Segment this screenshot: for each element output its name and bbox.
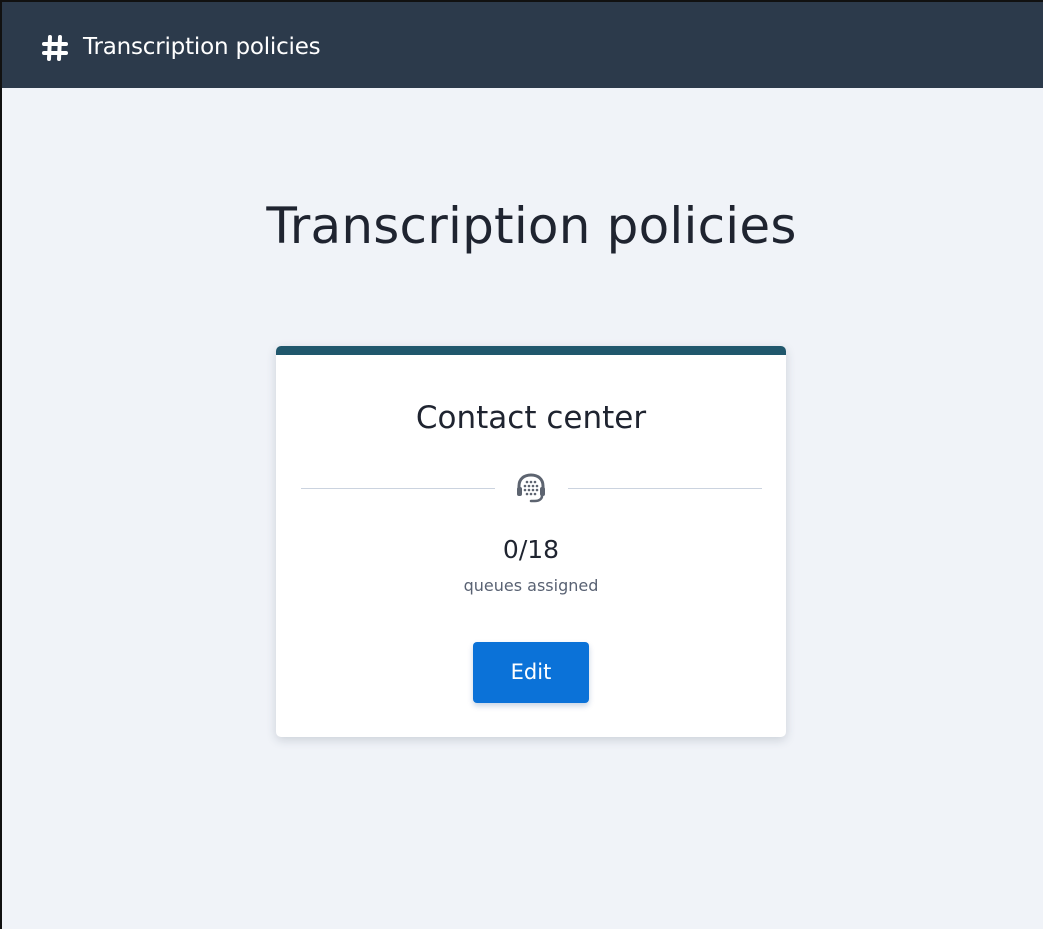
headset-icon [517, 473, 545, 503]
hash-icon [42, 35, 68, 61]
header-title: Transcription policies [83, 34, 321, 60]
top-header: Transcription policies [2, 2, 1043, 88]
card-divider-right [568, 488, 762, 489]
app-window: Transcription policies Transcription pol… [0, 0, 1043, 929]
queue-count: 0/18 [502, 535, 560, 564]
policy-card: Contact center 0/18 queues assigned Edit [276, 346, 786, 737]
edit-button[interactable]: Edit [473, 642, 589, 703]
queue-count-label: queues assigned [463, 576, 599, 595]
card-accent-bar [276, 346, 786, 355]
card-divider-left [301, 488, 495, 489]
policy-title: Contact center [415, 400, 647, 436]
page-title: Transcription policies [266, 197, 797, 255]
